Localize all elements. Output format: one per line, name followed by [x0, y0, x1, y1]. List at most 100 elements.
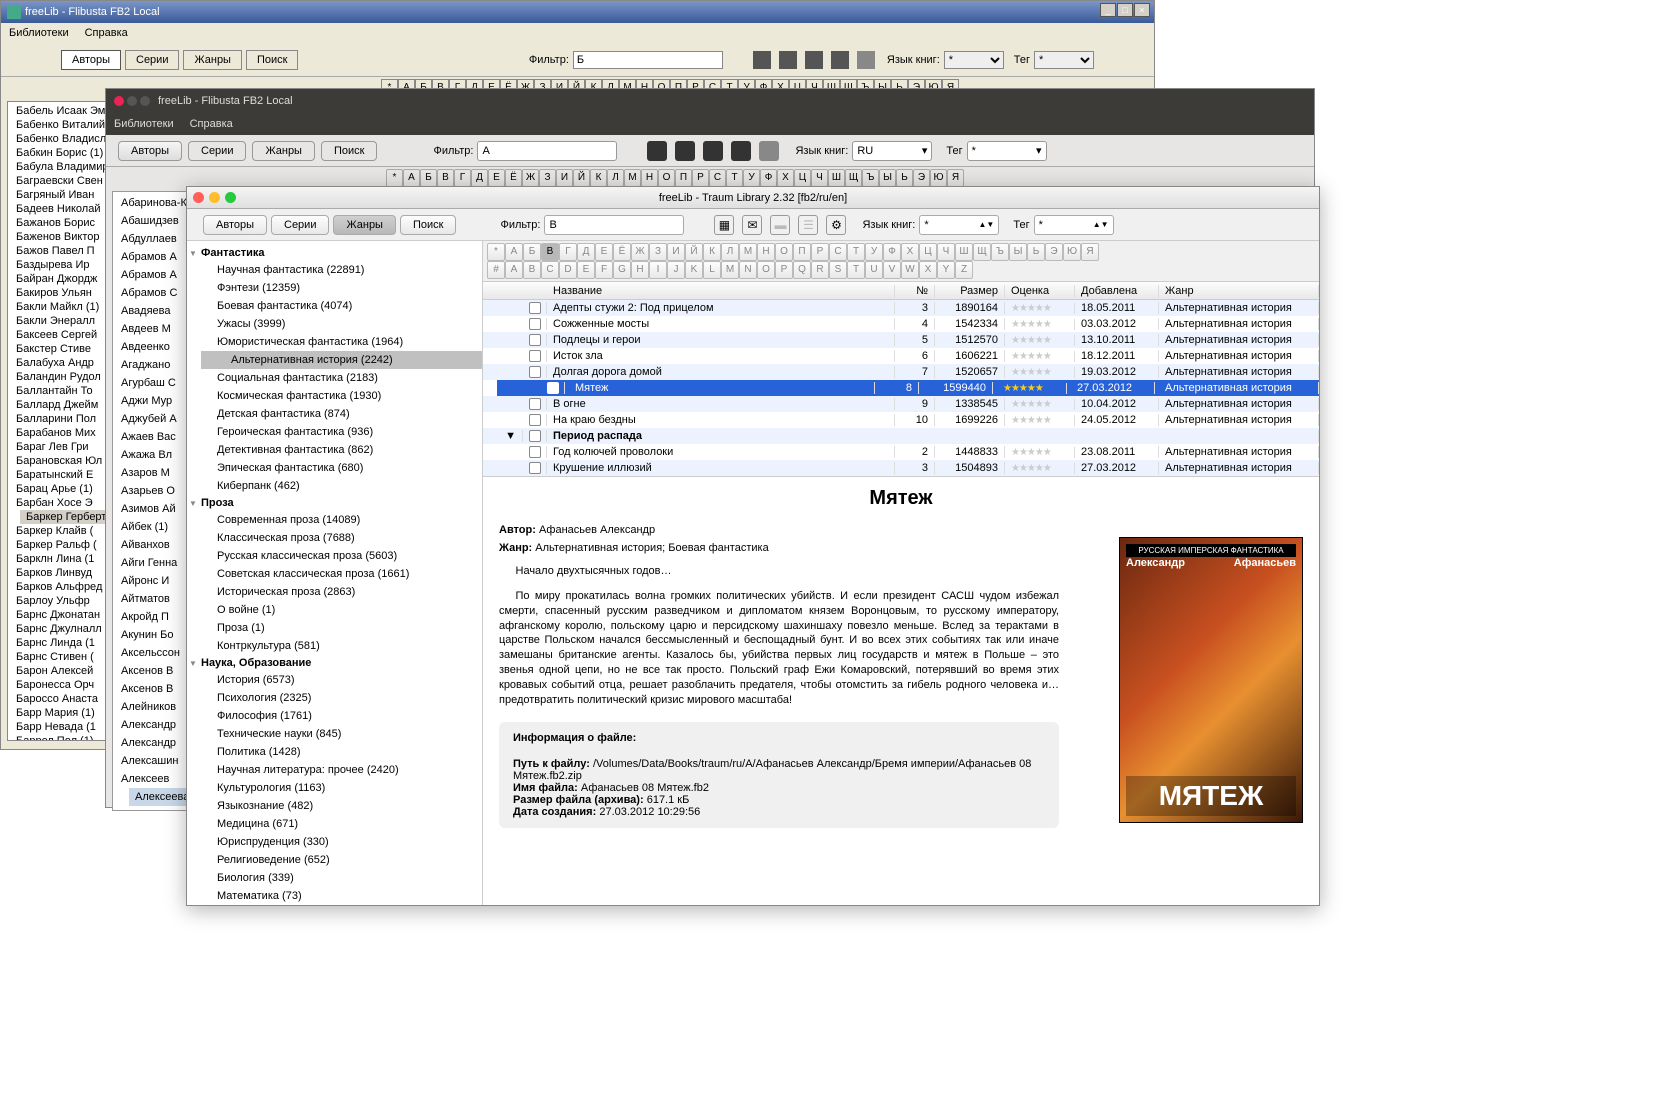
alpha-T[interactable]: T [847, 261, 865, 279]
minimize-icon[interactable] [209, 192, 220, 203]
alpha-Ч[interactable]: Ч [811, 169, 828, 187]
tab-authors[interactable]: Авторы [61, 50, 121, 70]
alpha-Ц[interactable]: Ц [794, 169, 811, 187]
alpha-Щ[interactable]: Щ [973, 243, 991, 261]
alpha-K[interactable]: K [685, 261, 703, 279]
tab-series[interactable]: Серии [125, 50, 179, 70]
library-icon[interactable] [731, 141, 751, 161]
alpha-Г[interactable]: Г [559, 243, 577, 261]
genre-item[interactable]: Языкознание (482) [187, 797, 482, 815]
table-row[interactable]: Крушение иллюзий31504893★★★★★27.03.2012А… [483, 460, 1319, 476]
genre-group[interactable]: Наука, Образование [187, 655, 482, 671]
alpha-Ж[interactable]: Ж [522, 169, 539, 187]
alpha-Й[interactable]: Й [573, 169, 590, 187]
alpha-А[interactable]: А [403, 169, 420, 187]
alpha-Б[interactable]: Б [523, 243, 541, 261]
gear-icon[interactable] [759, 141, 779, 161]
alpha-Г[interactable]: Г [454, 169, 471, 187]
titlebar[interactable]: freeLib - Flibusta FB2 Local [106, 89, 1314, 113]
genre-item[interactable]: Советская классическая проза (1661) [187, 565, 482, 583]
alpha-Ы[interactable]: Ы [879, 169, 896, 187]
genre-item[interactable]: Детская фантастика (874) [187, 405, 482, 423]
table-row[interactable]: Сожженные мосты41542334★★★★★03.03.2012Ал… [483, 316, 1319, 332]
alpha-*[interactable]: * [386, 169, 403, 187]
alpha-О[interactable]: О [775, 243, 793, 261]
alpha-В[interactable]: В [541, 243, 559, 261]
menu-libraries[interactable]: Библиотеки [9, 27, 69, 39]
genre-item[interactable]: Классическая проза (7688) [187, 529, 482, 547]
view-icon[interactable] [647, 141, 667, 161]
alpha-А[interactable]: А [505, 243, 523, 261]
alpha-М[interactable]: М [739, 243, 757, 261]
titlebar[interactable]: freeLib - Traum Library 2.32 [fb2/ru/en] [187, 187, 1319, 209]
alpha-Ц[interactable]: Ц [919, 243, 937, 261]
tab-search[interactable]: Поиск [400, 215, 456, 235]
alpha-Я[interactable]: Я [947, 169, 964, 187]
col-size[interactable]: Размер [935, 285, 1005, 297]
genre-item[interactable]: Культурология (1163) [187, 779, 482, 797]
genre-item[interactable]: Научная литература: прочее (2420) [187, 761, 482, 779]
row-checkbox[interactable] [529, 302, 541, 314]
genre-group[interactable]: Фантастика [187, 245, 482, 261]
alpha-К[interactable]: К [703, 243, 721, 261]
alpha-Ф[interactable]: Ф [883, 243, 901, 261]
row-checkbox[interactable] [529, 398, 541, 410]
alpha-Ю[interactable]: Ю [1063, 243, 1081, 261]
tab-series[interactable]: Серии [271, 215, 329, 235]
book-icon[interactable] [805, 51, 823, 69]
menu-help[interactable]: Справка [190, 118, 233, 130]
alpha-В[interactable]: В [437, 169, 454, 187]
genre-item[interactable]: Детективная фантастика (862) [187, 441, 482, 459]
alpha-F[interactable]: F [595, 261, 613, 279]
alpha-Е[interactable]: Е [595, 243, 613, 261]
alpha-С[interactable]: С [829, 243, 847, 261]
tab-genres[interactable]: Жанры [333, 215, 396, 235]
alpha-С[interactable]: С [709, 169, 726, 187]
tag-select[interactable]: * [1034, 51, 1094, 69]
menu-libraries[interactable]: Библиотеки [114, 118, 174, 130]
book-icon[interactable] [703, 141, 723, 161]
alpha-Z[interactable]: Z [955, 261, 973, 279]
tab-genres[interactable]: Жанры [252, 141, 315, 161]
table-row[interactable]: Год колючей проволоки21448833★★★★★23.08.… [483, 444, 1319, 460]
alpha-Ё[interactable]: Ё [613, 243, 631, 261]
menu-help[interactable]: Справка [85, 27, 128, 39]
alpha-Р[interactable]: Р [811, 243, 829, 261]
genre-item[interactable]: Технические науки (845) [187, 725, 482, 743]
alpha-Ь[interactable]: Ь [896, 169, 913, 187]
alpha-И[interactable]: И [556, 169, 573, 187]
book-grid[interactable]: Название № Размер Оценка Добавлена Жанр … [483, 282, 1319, 477]
filter-input[interactable] [544, 215, 684, 235]
alpha-Б[interactable]: Б [420, 169, 437, 187]
tag-select[interactable]: *▾ [967, 141, 1047, 161]
genre-item[interactable]: Героическая фантастика (936) [187, 423, 482, 441]
alpha-Q[interactable]: Q [793, 261, 811, 279]
genre-item[interactable]: Биология (339) [187, 869, 482, 887]
view-icon[interactable]: ▦ [714, 215, 734, 235]
table-row[interactable]: На краю бездны101699226★★★★★24.05.2012Ал… [483, 412, 1319, 428]
alpha-Ж[interactable]: Ж [631, 243, 649, 261]
book-icon[interactable]: ▬ [770, 215, 790, 235]
alpha-L[interactable]: L [703, 261, 721, 279]
close-button[interactable]: × [1134, 3, 1150, 17]
alpha-Т[interactable]: Т [847, 243, 865, 261]
alpha-Д[interactable]: Д [471, 169, 488, 187]
table-row[interactable]: Долгая дорога домой71520657★★★★★19.03.20… [483, 364, 1319, 380]
maximize-button[interactable]: □ [1117, 3, 1133, 17]
alpha-Т[interactable]: Т [726, 169, 743, 187]
alpha-Э[interactable]: Э [1045, 243, 1063, 261]
alpha-Х[interactable]: Х [777, 169, 794, 187]
col-num[interactable]: № [895, 285, 935, 297]
genre-item[interactable]: О войне (1) [187, 601, 482, 619]
genre-item[interactable]: Религиоведение (652) [187, 851, 482, 869]
library-icon[interactable] [831, 51, 849, 69]
lang-select[interactable]: *▲▼ [919, 215, 999, 235]
genre-item[interactable]: Юриспруденция (330) [187, 833, 482, 851]
alpha-Ч[interactable]: Ч [937, 243, 955, 261]
row-checkbox[interactable] [529, 446, 541, 458]
view-icon[interactable] [753, 51, 771, 69]
alpha-B[interactable]: B [523, 261, 541, 279]
alpha-Й[interactable]: Й [685, 243, 703, 261]
genre-tree[interactable]: ФантастикаНаучная фантастика (22891)Фэнт… [187, 241, 483, 905]
alpha-A[interactable]: A [505, 261, 523, 279]
